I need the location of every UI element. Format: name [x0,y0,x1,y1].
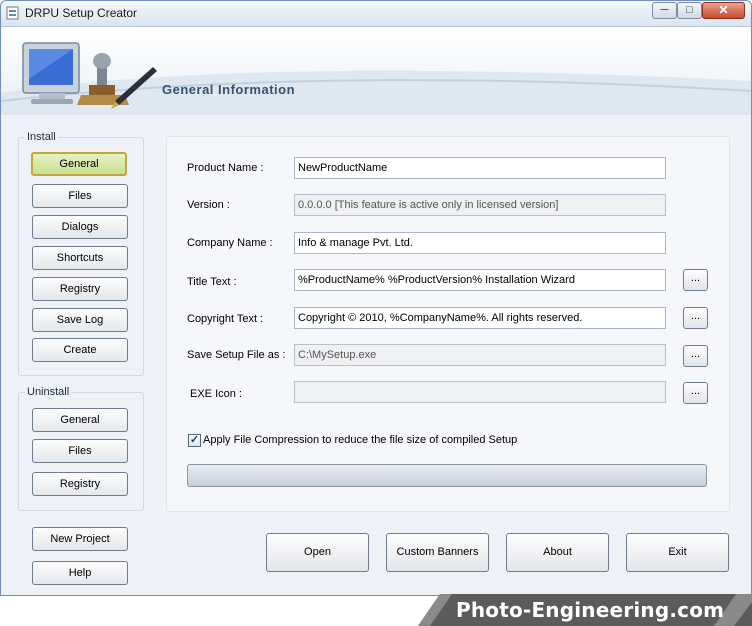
copyright-text-label: Copyright Text : [187,313,264,325]
new-project-button[interactable]: New Project [32,527,128,551]
product-name-input[interactable]: NewProductName [294,157,666,179]
company-name-input[interactable]: Info & manage Pvt. Ltd. [294,232,666,254]
install-save-log-button[interactable]: Save Log [32,308,128,332]
page-title: General Information [162,82,296,97]
help-button[interactable]: Help [32,561,128,585]
maximize-icon: □ [686,4,693,16]
maximize-button[interactable]: □ [677,2,702,19]
version-label: Version : [187,199,230,211]
close-icon: ✕ [718,3,729,17]
title-text-browse-button[interactable]: ... [683,269,708,291]
install-general-button[interactable]: General [31,152,127,176]
close-button[interactable]: ✕ [702,2,745,19]
exit-button[interactable]: Exit [626,533,729,572]
uninstall-general-button[interactable]: General [32,408,128,432]
compression-checkbox[interactable]: ✓ [188,434,201,447]
uninstall-group-label: Uninstall [25,386,72,398]
product-name-label: Product Name : [187,162,264,174]
title-text-label: Title Text : [187,276,237,288]
computer-stamp-pen-icon [22,42,157,109]
window-title: DRPU Setup Creator [25,6,138,20]
title-text-input[interactable]: %ProductName% %ProductVersion% Installat… [294,269,666,291]
compression-checkbox-label[interactable]: Apply File Compression to reduce the fil… [203,434,517,446]
version-input: 0.0.0.0 [This feature is active only in … [294,194,666,216]
install-create-button[interactable]: Create [32,338,128,362]
title-bar[interactable]: DRPU Setup Creator ─ □ ✕ [1,1,751,27]
header-banner: General Information [1,27,751,115]
compile-progress-bar [187,464,707,487]
uninstall-registry-button[interactable]: Registry [32,472,128,496]
install-group-label: Install [25,131,58,143]
custom-banners-button[interactable]: Custom Banners [386,533,489,572]
about-button[interactable]: About [506,533,609,572]
exe-icon-browse-button[interactable]: ... [683,382,708,404]
watermark-text: Photo-Engineering.com [456,598,725,622]
save-setup-input: C:\MySetup.exe [294,344,666,366]
install-files-button[interactable]: Files [32,184,128,208]
minimize-button[interactable]: ─ [652,2,677,19]
install-dialogs-button[interactable]: Dialogs [32,215,128,239]
save-setup-label: Save Setup File as : [187,349,286,361]
save-setup-browse-button[interactable]: ... [683,345,708,367]
install-shortcuts-button[interactable]: Shortcuts [32,246,128,270]
minimize-icon: ─ [660,4,669,16]
exe-icon-input [294,381,666,403]
open-button[interactable]: Open [266,533,369,572]
app-icon [6,6,19,20]
install-registry-button[interactable]: Registry [32,277,128,301]
copyright-text-browse-button[interactable]: ... [683,307,708,329]
company-name-label: Company Name : [187,237,273,249]
copyright-text-input[interactable]: Copyright © 2010, %CompanyName%. All rig… [294,307,666,329]
uninstall-files-button[interactable]: Files [32,439,128,463]
exe-icon-label: EXE Icon : [190,388,242,400]
